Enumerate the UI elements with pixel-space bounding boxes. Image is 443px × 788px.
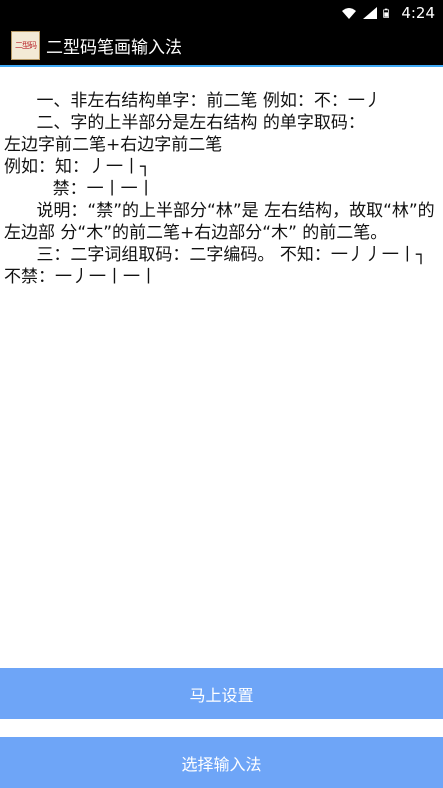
app-logo-text: 二型码 [15, 40, 37, 50]
status-time: 4:24 [401, 3, 435, 22]
app-title: 二型码笔画输入法 [46, 37, 182, 58]
instruction-line: 三：二字词组取码：二字编码。 不知：一丿丿一丨┐不禁：一丿一丨一丨 [4, 245, 427, 287]
choose-input-method-button[interactable]: 选择输入法 [0, 737, 443, 788]
wifi-icon [342, 7, 357, 19]
instructions-text: 一、非左右结构单字：前二笔 例如：不：一丿 二、字的上半部分是左右结构 的单字取… [4, 90, 439, 288]
instruction-line: 二、字的上半部分是左右结构 的单字取码： [4, 113, 365, 133]
instruction-line: 禁：一丨一丨 [4, 179, 155, 199]
app-logo-icon: 二型码 [11, 30, 40, 60]
instruction-line: 一、非左右结构单字：前二笔 例如：不：一丿 [4, 91, 382, 111]
battery-icon [383, 8, 390, 18]
signal-icon [363, 6, 378, 19]
action-bar: 二型码 二型码笔画输入法 [0, 25, 443, 67]
status-bar: 4:24 [0, 0, 443, 25]
instruction-line: 左边字前二笔+右边字前二笔 [4, 135, 223, 155]
setup-now-button[interactable]: 马上设置 [0, 668, 443, 719]
instruction-line: 说明：“禁”的上半部分“林”是 左右结构，故取“林”的左边部 分“木”的前二笔+… [4, 201, 435, 243]
instruction-line: 例如：知：丿一丨┐ [4, 157, 151, 177]
